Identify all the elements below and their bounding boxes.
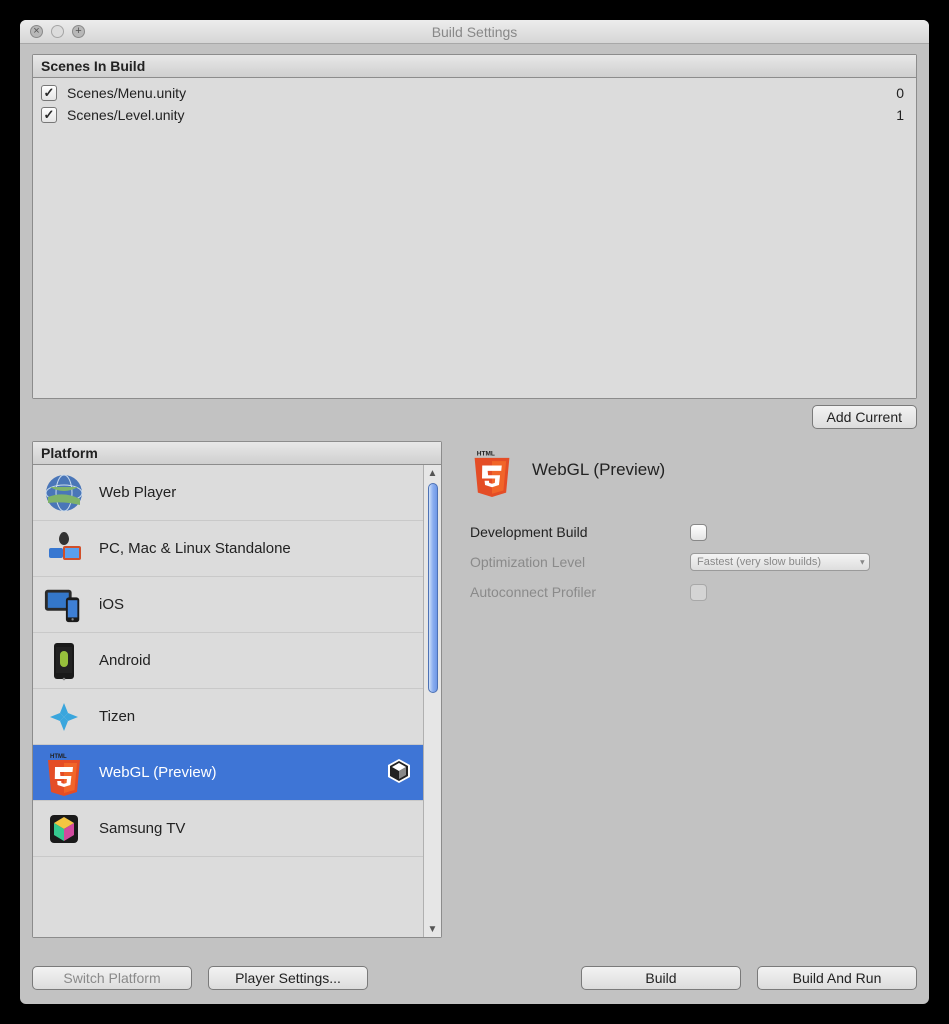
platform-label: Samsung TV	[99, 820, 185, 837]
platform-ios[interactable]: iOS	[33, 577, 423, 633]
switch-platform-button[interactable]: Switch Platform	[32, 966, 192, 990]
lower-section: Platform Web Player	[32, 441, 917, 938]
platform-label: Android	[99, 652, 151, 669]
desktop-icon	[43, 528, 85, 570]
scroll-thumb[interactable]	[428, 483, 438, 693]
scene-path: Scenes/Level.unity	[67, 107, 185, 123]
close-icon[interactable]: ×	[30, 25, 43, 38]
opt-level-row: Optimization Level Fastest (very slow bu…	[470, 547, 917, 577]
scroll-up-icon[interactable]: ▲	[428, 465, 438, 481]
autoconnect-row: Autoconnect Profiler	[470, 577, 917, 607]
scenes-list[interactable]: Scenes/Menu.unity 0 Scenes/Level.unity 1	[33, 78, 916, 398]
ios-icon	[43, 584, 85, 626]
globe-icon	[43, 472, 85, 514]
scenes-header: Scenes In Build	[33, 55, 916, 78]
platform-list[interactable]: Web Player PC, Mac & Linux Standalone	[33, 465, 423, 937]
android-icon	[43, 640, 85, 682]
platform-tizen[interactable]: Tizen	[33, 689, 423, 745]
platform-web-player[interactable]: Web Player	[33, 465, 423, 521]
platform-details: HTML WebGL (Preview) Development Build O…	[470, 441, 917, 938]
svg-text:HTML: HTML	[477, 451, 495, 458]
add-current-button[interactable]: Add Current	[812, 405, 917, 429]
scene-checkbox[interactable]	[41, 107, 57, 123]
bottom-buttons: Switch Platform Player Settings... Build…	[32, 966, 917, 990]
autoconnect-label: Autoconnect Profiler	[470, 584, 690, 600]
zoom-icon[interactable]: +	[72, 25, 85, 38]
spacer	[384, 966, 565, 990]
samsung-tv-icon	[43, 808, 85, 850]
platform-label: Tizen	[99, 708, 135, 725]
platform-label: PC, Mac & Linux Standalone	[99, 540, 291, 557]
svg-text:HTML: HTML	[50, 754, 67, 760]
tizen-icon	[43, 696, 85, 738]
add-current-row: Add Current	[32, 405, 917, 429]
details-title: WebGL (Preview)	[532, 460, 665, 480]
html5-icon: HTML	[470, 447, 516, 493]
platform-standalone[interactable]: PC, Mac & Linux Standalone	[33, 521, 423, 577]
platform-samsung-tv[interactable]: Samsung TV	[33, 801, 423, 857]
dev-build-checkbox[interactable]	[690, 524, 707, 541]
autoconnect-checkbox	[690, 584, 707, 601]
content: Scenes In Build Scenes/Menu.unity 0 Scen…	[20, 44, 929, 1004]
platform-label: Web Player	[99, 484, 176, 501]
platform-android[interactable]: Android	[33, 633, 423, 689]
platform-label: iOS	[99, 596, 124, 613]
platform-label: WebGL (Preview)	[99, 764, 217, 781]
window-controls: × +	[20, 25, 85, 38]
scene-checkbox[interactable]	[41, 85, 57, 101]
scroll-down-icon[interactable]: ▼	[428, 921, 438, 937]
dev-build-row: Development Build	[470, 517, 917, 547]
platform-webgl[interactable]: HTML WebGL (Preview)	[33, 745, 423, 801]
scrollbar[interactable]: ▲ ▼	[423, 465, 441, 937]
scene-index: 0	[896, 85, 908, 101]
opt-level-select[interactable]: Fastest (very slow builds)	[690, 553, 870, 571]
scene-path: Scenes/Menu.unity	[67, 85, 186, 101]
build-and-run-button[interactable]: Build And Run	[757, 966, 917, 990]
window-title: Build Settings	[20, 24, 929, 40]
dev-build-label: Development Build	[470, 524, 690, 540]
platform-list-wrap: Web Player PC, Mac & Linux Standalone	[33, 465, 441, 937]
scenes-panel: Scenes In Build Scenes/Menu.unity 0 Scen…	[32, 54, 917, 399]
scene-row[interactable]: Scenes/Menu.unity 0	[41, 82, 908, 104]
opt-level-label: Optimization Level	[470, 554, 690, 570]
html5-icon: HTML	[43, 752, 85, 794]
minimize-icon[interactable]	[51, 25, 64, 38]
platform-panel: Platform Web Player	[32, 441, 442, 938]
scene-row[interactable]: Scenes/Level.unity 1	[41, 104, 908, 126]
titlebar: × + Build Settings	[20, 20, 929, 44]
details-header: HTML WebGL (Preview)	[470, 447, 917, 493]
scene-index: 1	[896, 107, 908, 123]
unity-icon	[385, 757, 413, 789]
player-settings-button[interactable]: Player Settings...	[208, 966, 368, 990]
build-settings-window: × + Build Settings Scenes In Build Scene…	[20, 20, 929, 1004]
platform-header: Platform	[33, 442, 441, 465]
scenes-section: Scenes In Build Scenes/Menu.unity 0 Scen…	[32, 54, 917, 429]
build-button[interactable]: Build	[581, 966, 741, 990]
